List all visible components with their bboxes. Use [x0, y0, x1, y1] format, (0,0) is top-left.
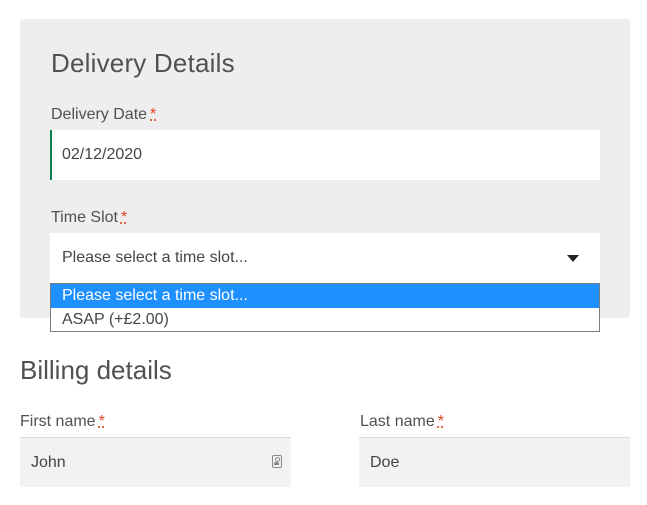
time-slot-label-text: Time Slot [51, 209, 118, 226]
delivery-date-input[interactable] [50, 130, 600, 180]
checkout-page: Delivery Details Delivery Date* Time Slo… [0, 0, 647, 505]
required-mark: * [437, 413, 444, 430]
time-slot-label: Time Slot * [51, 209, 127, 227]
first-name-label: First name * [20, 413, 105, 431]
time-slot-dropdown-list: Please select a time slot... ASAP (+£2.0… [50, 283, 600, 332]
last-name-label: Last name * [360, 413, 444, 431]
time-slot-option-asap[interactable]: ASAP (+£2.00) [51, 308, 599, 332]
time-slot-select[interactable]: Please select a time slot... [50, 233, 600, 283]
delivery-details-title: Delivery Details [51, 48, 235, 78]
first-name-input[interactable] [20, 437, 291, 487]
password-manager-icon[interactable] [272, 455, 282, 468]
required-mark: * [98, 413, 105, 430]
delivery-date-label-text: Delivery Date [51, 106, 148, 123]
caret-down-icon [567, 254, 579, 262]
required-mark: * [120, 209, 128, 226]
last-name-label-text: Last name [360, 413, 435, 430]
first-name-label-text: First name [20, 413, 96, 430]
delivery-date-label: Delivery Date * [51, 106, 156, 124]
required-mark: * [150, 106, 157, 123]
last-name-input[interactable] [359, 437, 630, 487]
time-slot-selected-value: Please select a time slot... [62, 249, 248, 266]
time-slot-option-placeholder[interactable]: Please select a time slot... [51, 284, 599, 308]
billing-details-title: Billing details [20, 355, 172, 385]
